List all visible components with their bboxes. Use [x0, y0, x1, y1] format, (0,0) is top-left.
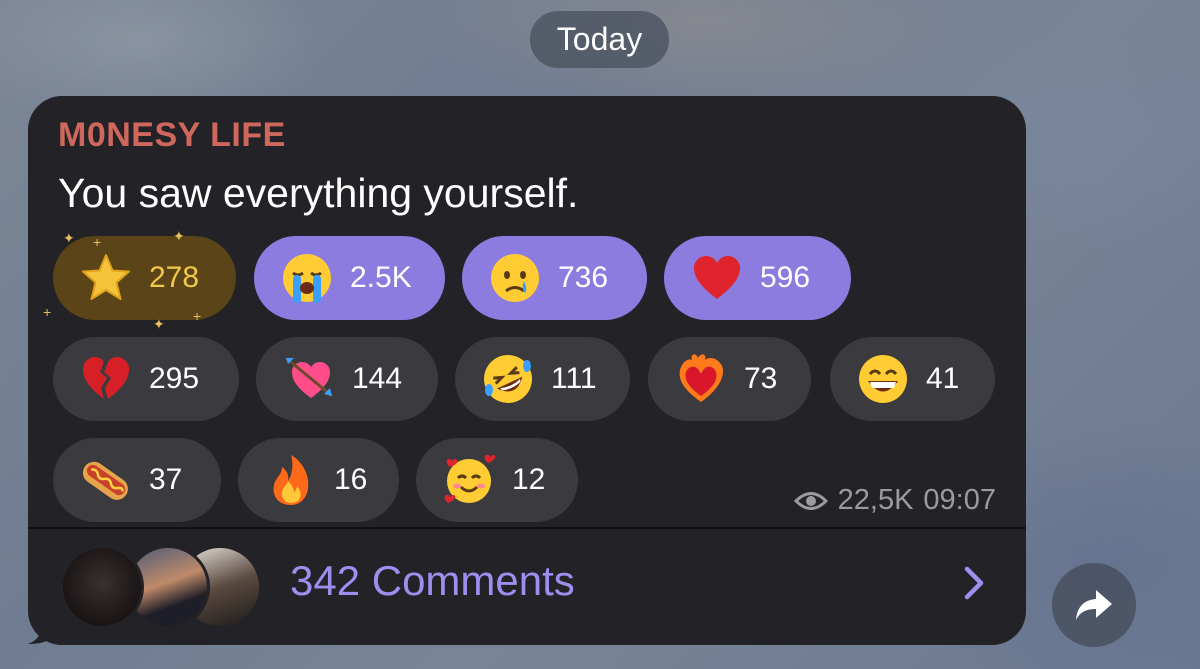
grinning-face-icon: [859, 355, 907, 403]
reaction-smiling-hearts[interactable]: 12: [416, 438, 578, 522]
share-arrow-icon: [1076, 590, 1112, 620]
reaction-star[interactable]: 278 ✦ + ✦ + ✦ +: [43, 228, 236, 332]
rolling-laughing-face-icon: [484, 355, 532, 403]
reaction-count: 736: [558, 261, 609, 294]
message-meta: 22,5K 09:07: [793, 484, 996, 517]
reaction-count: 12: [512, 463, 546, 496]
message-text: You saw everything yourself.: [58, 170, 579, 216]
comments-button[interactable]: 342 Comments: [28, 529, 1026, 645]
reaction-grinning[interactable]: 41: [830, 337, 995, 421]
broken-heart-icon: [83, 357, 129, 399]
message-bubble: M0NESY LIFE You saw everything yourself.…: [28, 96, 1026, 645]
hot-dog-icon: [82, 461, 128, 500]
reaction-count: 2.5K: [350, 261, 412, 294]
reaction-count: 144: [352, 362, 403, 395]
reaction-red-heart[interactable]: 596: [664, 236, 851, 320]
chevron-right-icon[interactable]: [962, 565, 986, 601]
reaction-heart-on-fire[interactable]: 73: [648, 337, 811, 421]
reaction-count: 41: [926, 362, 960, 395]
reaction-count: 278: [149, 261, 200, 294]
date-separator: Today: [530, 11, 669, 68]
reaction-fire[interactable]: 16: [238, 438, 399, 522]
reaction-count: 37: [149, 463, 183, 496]
reaction-crying[interactable]: 736: [462, 236, 647, 320]
eye-icon: [793, 491, 828, 510]
crying-face-icon: [491, 254, 539, 302]
reaction-loudly-crying[interactable]: 2.5K: [254, 236, 445, 320]
smiling-face-with-hearts-icon: [444, 454, 496, 503]
comments-count-label[interactable]: 342 Comments: [290, 557, 575, 605]
reaction-count: 16: [334, 463, 368, 496]
reaction-count: 596: [760, 261, 811, 294]
red-heart-icon: [694, 256, 740, 299]
share-button[interactable]: [1052, 563, 1136, 647]
reaction-heart-with-arrow[interactable]: 144: [256, 337, 438, 421]
view-count: 22,5K: [837, 484, 914, 516]
message-time: 09:07: [923, 484, 996, 516]
channel-name[interactable]: M0NESY LIFE: [58, 116, 286, 155]
reaction-hot-dog[interactable]: 37: [53, 438, 221, 522]
heart-with-arrow-icon: [285, 356, 333, 398]
fire-icon: [273, 455, 309, 505]
loudly-crying-face-icon: [283, 254, 331, 303]
heart-on-fire-icon: [679, 354, 724, 402]
reaction-broken-heart[interactable]: 295: [53, 337, 239, 421]
star-icon: [82, 254, 130, 300]
reaction-count: 295: [149, 362, 200, 395]
reaction-count: 73: [744, 362, 778, 395]
avatar: [60, 545, 144, 629]
reaction-count: 111: [551, 362, 597, 395]
reaction-rolling-laughing[interactable]: 111: [455, 337, 630, 421]
